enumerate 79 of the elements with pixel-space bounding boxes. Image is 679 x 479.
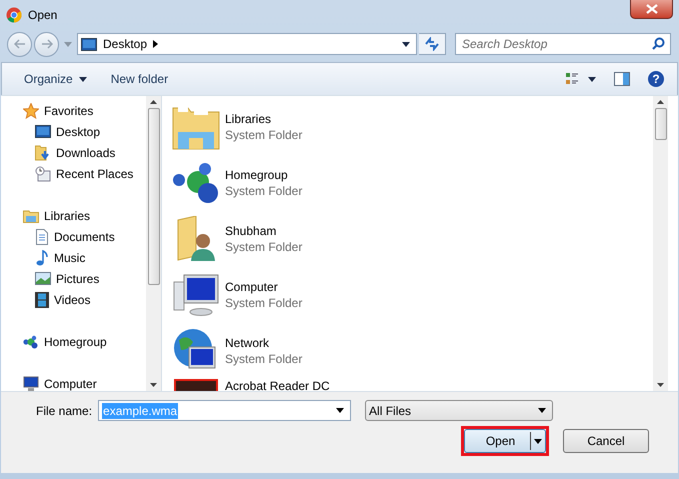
scroll-down-icon[interactable] bbox=[657, 383, 664, 387]
location-text: Desktop bbox=[103, 37, 148, 51]
close-button[interactable] bbox=[630, 0, 673, 19]
file-item[interactable]: Libraries System Folder bbox=[172, 99, 653, 155]
scrollbar-thumb[interactable] bbox=[148, 108, 160, 285]
file-type: System Folder bbox=[225, 184, 302, 198]
caret-icon bbox=[534, 438, 542, 444]
file-name: Acrobat Reader DC bbox=[225, 379, 330, 391]
sidebar-item[interactable]: Homegroup bbox=[23, 331, 146, 352]
desktop-icon bbox=[35, 125, 51, 138]
sidebar-item[interactable]: Favorites bbox=[23, 100, 146, 121]
file-item[interactable]: Computer System Folder bbox=[172, 267, 653, 323]
close-icon bbox=[646, 4, 658, 14]
organize-menu-button[interactable]: Organize bbox=[16, 68, 95, 90]
file-name-label: File name: bbox=[36, 404, 92, 418]
sidebar-item[interactable]: Pictures bbox=[23, 268, 146, 289]
spheres-icon bbox=[172, 162, 220, 204]
scroll-up-icon[interactable] bbox=[657, 100, 664, 104]
file-type: System Folder bbox=[225, 128, 302, 142]
breadcrumb-arrow-icon bbox=[153, 40, 158, 48]
file-type: System Folder bbox=[225, 296, 302, 310]
file-item[interactable]: Homegroup System Folder bbox=[172, 155, 653, 211]
preview-pane-icon bbox=[614, 72, 630, 86]
file-name: Computer bbox=[225, 280, 279, 294]
scroll-down-icon[interactable] bbox=[150, 383, 157, 387]
spheres-icon bbox=[23, 334, 39, 350]
sidebar-item[interactable]: Downloads bbox=[23, 142, 146, 163]
cancel-button[interactable]: Cancel bbox=[563, 429, 649, 453]
file-type-dropdown[interactable]: All Files bbox=[365, 400, 554, 421]
computer-icon bbox=[172, 274, 220, 316]
refresh-button[interactable] bbox=[419, 33, 446, 55]
scrollbar[interactable] bbox=[653, 96, 668, 391]
help-button[interactable]: ? bbox=[643, 68, 669, 90]
address-bar[interactable]: Desktop bbox=[77, 33, 417, 55]
sidebar-item[interactable]: Videos bbox=[23, 289, 146, 310]
sidebar-item[interactable]: Music bbox=[23, 247, 146, 268]
view-list-icon bbox=[566, 72, 596, 86]
film-strip-icon bbox=[35, 292, 49, 308]
forward-arrow-icon bbox=[40, 39, 52, 49]
forward-button[interactable] bbox=[34, 32, 59, 56]
file-name: Shubham bbox=[225, 224, 278, 238]
desktop-icon bbox=[81, 38, 97, 50]
star-icon bbox=[23, 102, 39, 118]
scrollbar-thumb[interactable] bbox=[654, 108, 666, 140]
landscape-picture-icon bbox=[35, 272, 51, 285]
search-field[interactable]: Search Desktop bbox=[455, 33, 671, 55]
download-folder-icon bbox=[35, 144, 51, 160]
sidebar-item[interactable]: Recent Places bbox=[23, 163, 146, 184]
sidebar-item[interactable]: Computer bbox=[23, 373, 146, 391]
back-arrow-icon bbox=[14, 39, 26, 49]
search-icon bbox=[652, 37, 665, 50]
music-note-icon bbox=[35, 250, 49, 266]
open-split-button[interactable]: Open bbox=[464, 429, 546, 453]
file-item[interactable]: Acrobat Reader DC bbox=[172, 379, 653, 391]
sidebar-item[interactable]: Libraries bbox=[23, 205, 146, 226]
file-item[interactable]: Network System Folder bbox=[172, 323, 653, 379]
sidebar-item[interactable]: Desktop bbox=[23, 121, 146, 142]
scrollbar[interactable] bbox=[146, 96, 161, 391]
file-item[interactable]: Shubham System Folder bbox=[172, 211, 653, 267]
file-type: System Folder bbox=[225, 352, 302, 366]
back-button[interactable] bbox=[7, 32, 32, 56]
caret-icon bbox=[78, 76, 87, 82]
file-type: System Folder bbox=[225, 240, 302, 254]
caret-icon bbox=[538, 408, 546, 413]
dropdown-caret-icon bbox=[402, 42, 410, 46]
new-folder-button[interactable]: New folder bbox=[102, 68, 176, 90]
sidebar-item[interactable]: Documents bbox=[23, 226, 146, 247]
clock-window-icon bbox=[35, 166, 51, 182]
browser-logo-icon bbox=[6, 7, 22, 23]
folder-icon bbox=[23, 208, 39, 222]
refresh-arrows-icon bbox=[424, 37, 440, 51]
scroll-up-icon[interactable] bbox=[150, 100, 157, 104]
file-name: Network bbox=[225, 336, 270, 350]
window-title: Open bbox=[28, 8, 58, 22]
file-name: Homegroup bbox=[225, 168, 289, 182]
computer-icon bbox=[23, 376, 39, 391]
document-icon bbox=[35, 228, 49, 244]
file-name: Libraries bbox=[225, 112, 272, 126]
caret-icon bbox=[336, 408, 344, 413]
